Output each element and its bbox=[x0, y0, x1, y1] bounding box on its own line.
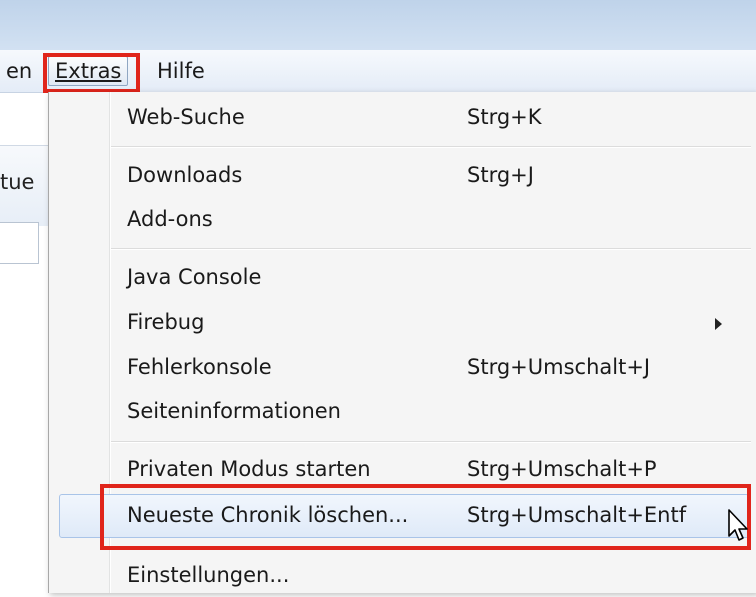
menu-separator bbox=[111, 546, 751, 548]
menu-item-label: Seiteninformationen bbox=[127, 399, 341, 423]
menu-item-add-ons[interactable]: Add-ons bbox=[49, 199, 756, 241]
menu-bar: en Extras Hilfe bbox=[0, 50, 756, 93]
menu-item-einstellungen[interactable]: Einstellungen... bbox=[49, 555, 756, 597]
menu-item-label: Firebug bbox=[127, 310, 205, 334]
menu-extras[interactable]: Extras bbox=[48, 56, 129, 86]
menu-item-firebug[interactable]: Firebug bbox=[49, 302, 756, 344]
menu-item-label: Einstellungen... bbox=[127, 563, 290, 587]
menu-item-label: Privaten Modus starten bbox=[127, 457, 371, 481]
menu-separator bbox=[111, 248, 751, 250]
background-input-fragment bbox=[0, 222, 39, 264]
menu-item-fehlerkonsole[interactable]: Fehlerkonsole Strg+Umschalt+J bbox=[49, 347, 756, 389]
menu-item-label: Add-ons bbox=[127, 207, 213, 231]
menu-item-label: Java Console bbox=[127, 265, 262, 289]
menu-item-shortcut: Strg+Umschalt+J bbox=[467, 355, 651, 379]
menu-item-privaten-modus[interactable]: Privaten Modus starten Strg+Umschalt+P bbox=[49, 449, 756, 491]
menu-item-label: Neueste Chronik löschen... bbox=[127, 503, 409, 527]
menu-item-seiteninformationen[interactable]: Seiteninformationen bbox=[49, 391, 756, 433]
menu-item-neueste-chronik-loeschen[interactable]: Neueste Chronik löschen... Strg+Umschalt… bbox=[59, 494, 749, 538]
menu-item-shortcut: Strg+Umschalt+P bbox=[467, 457, 657, 481]
menu-extras-label: Extras bbox=[55, 59, 122, 83]
menu-item-java-console[interactable]: Java Console bbox=[49, 257, 756, 299]
menu-item-label: Fehlerkonsole bbox=[127, 355, 272, 379]
background-partial-text: tue bbox=[0, 170, 35, 194]
menu-item-web-suche[interactable]: Web-Suche Strg+K bbox=[49, 97, 756, 139]
menu-separator bbox=[111, 146, 751, 148]
menu-item-shortcut: Strg+J bbox=[467, 163, 534, 187]
extras-dropdown-menu: Web-Suche Strg+K Downloads Strg+J Add-on… bbox=[48, 92, 756, 593]
menu-item-downloads[interactable]: Downloads Strg+J bbox=[49, 155, 756, 197]
menu-item-label: Web-Suche bbox=[127, 105, 245, 129]
window-titlebar bbox=[0, 0, 756, 50]
menu-hilfe[interactable]: Hilfe bbox=[157, 58, 205, 84]
menu-item-label: Downloads bbox=[127, 163, 243, 187]
menu-item-partial[interactable]: en bbox=[6, 58, 32, 84]
menu-separator bbox=[111, 441, 751, 443]
chevron-right-icon bbox=[715, 318, 722, 330]
menu-hilfe-label: Hilfe bbox=[157, 59, 205, 83]
menu-item-shortcut: Strg+Umschalt+Entf bbox=[467, 503, 687, 527]
mouse-pointer-icon bbox=[728, 509, 748, 541]
menu-item-shortcut: Strg+K bbox=[467, 105, 542, 129]
